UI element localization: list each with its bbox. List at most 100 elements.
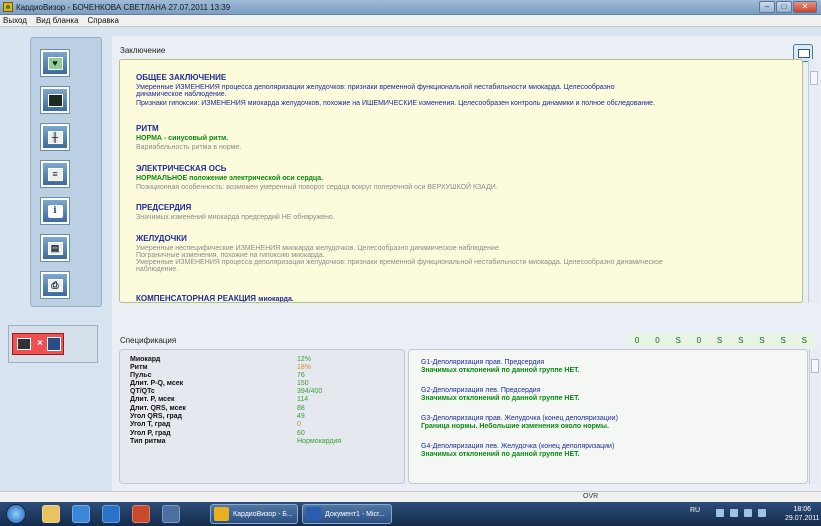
spec-row-p-duration: Длит. P, мсек 114 xyxy=(130,396,390,405)
title-bar: КардиоВизор - БОЧЕНКОВА СВЕТЛАНА 27.07.2… xyxy=(0,0,821,15)
ecg-device-icon xyxy=(17,338,31,350)
tray-arrow-icon[interactable] xyxy=(716,509,724,517)
param-value: 0 xyxy=(297,421,301,428)
task-label: КардиоВизор - Б... xyxy=(233,511,293,518)
electrical-axis-block: ЭЛЕКТРИЧЕСКАЯ ОСЬ НОРМАЛЬНОЕ положение э… xyxy=(136,164,498,191)
printer-icon: ⎙ xyxy=(47,278,63,292)
toolbar-button-print-stack[interactable]: ▤ xyxy=(40,234,70,262)
group-g3: G3-Деполяризация прав. Желудочка (конец … xyxy=(421,415,618,430)
ventricles-title: ЖЕЛУДОЧКИ xyxy=(136,234,187,243)
param-value: 18% xyxy=(297,364,312,371)
device-connection-button[interactable]: × xyxy=(12,333,64,355)
rhythm-detail: Вариабельность ритма в норме. xyxy=(136,144,242,151)
task-cardiovisor[interactable]: КардиоВизор - Б... xyxy=(210,504,298,524)
toolbar-button-info[interactable]: i xyxy=(40,197,70,225)
word-task-icon xyxy=(306,507,321,521)
group-title: G4-Деполяризация лев. Желудочка (конец д… xyxy=(421,443,615,450)
spec-row-t-angle: Угол T, град 0 xyxy=(130,421,390,430)
print-stack-icon: ▤ xyxy=(47,241,63,255)
volume-icon[interactable] xyxy=(758,509,766,517)
start-button[interactable] xyxy=(6,504,26,524)
rhythm-status: НОРМА - синусовый ритм. xyxy=(136,135,229,142)
ecg-graph-icon: ╫ xyxy=(47,130,63,144)
specification-codes: 0 0 S 0 S S S S S xyxy=(627,334,815,346)
param-label: Угол T, град xyxy=(130,421,171,428)
task-document[interactable]: Документ1 - Micr... xyxy=(302,504,392,524)
group-title: G3-Деполяризация прав. Желудочка (конец … xyxy=(421,415,618,422)
toolbar-button-printer[interactable]: ⎙ xyxy=(40,271,70,299)
browser-icon[interactable] xyxy=(72,505,90,523)
general-conclusion-text-2: динамическое наблюдение. xyxy=(136,91,227,98)
media-player-icon[interactable] xyxy=(102,505,120,523)
rhythm-title: РИТМ xyxy=(136,124,159,133)
computer-icon xyxy=(47,337,61,351)
device-connection-panel: × xyxy=(8,325,98,363)
ventricles-text-1: Умеренные неспецифические ИЗМЕНЕНИЯ миок… xyxy=(136,245,501,252)
atria-detail: Значимых изменений миокарда предсердий Н… xyxy=(136,214,335,221)
spec-code: S xyxy=(716,335,723,345)
general-conclusion-text-3: Признаки гипоксии: ИЗМЕНЕНИЯ миокарда же… xyxy=(136,100,655,107)
general-conclusion-text-1: Умеренные ИЗМЕНЕНИЯ процесса деполяризац… xyxy=(136,84,615,91)
specification-parameters: Миокард 12% Ритм 18% Пульс 76 Длит. P-Q, мс… xyxy=(119,349,405,484)
group-status: Граница нормы. Небольшие изменения около… xyxy=(421,423,609,430)
param-value: Нормокардия xyxy=(297,438,342,445)
param-value: 114 xyxy=(297,396,309,403)
param-label: Угол QRS, град xyxy=(130,413,182,420)
toolbar-button-screen[interactable] xyxy=(40,86,70,114)
ecg-sheet-icon: ≡ xyxy=(47,167,63,181)
param-label: Миокард xyxy=(130,356,161,363)
conclusion-box: ОБЩЕЕ ЗАКЛЮЧЕНИЕ Умеренные ИЗМЕНЕНИЯ про… xyxy=(119,59,803,303)
clock-time: 18:06 xyxy=(793,506,812,513)
status-bar: OVR xyxy=(0,491,821,502)
groups-scrollbar-thumb[interactable] xyxy=(811,359,819,373)
ventricles-text-2: Пограничные изменения, похожие на гипокс… xyxy=(136,252,325,259)
group-g1: G1-Деполяризация прав. Предсердия Значим… xyxy=(421,359,580,374)
spec-code: S xyxy=(759,335,765,345)
spec-code: 0 xyxy=(634,335,640,345)
electrical-axis-title: ЭЛЕКТРИЧЕСКАЯ ОСЬ xyxy=(136,164,227,173)
conclusion-scrollbar[interactable] xyxy=(808,59,819,303)
menu-bar: Выход Вид бланка Справка xyxy=(0,15,821,27)
explorer-icon[interactable] xyxy=(42,505,60,523)
specification-groups: G1-Деполяризация прав. Предсердия Значим… xyxy=(408,349,808,484)
left-toolbar: ♥ ╫ ≡ i ▤ ⎙ xyxy=(30,37,102,307)
group-title: G2-Деполяризация лев. Предсердия xyxy=(421,387,541,394)
toolbar-button-heart-monitor[interactable]: ♥ xyxy=(40,49,70,77)
general-conclusion-block: ОБЩЕЕ ЗАКЛЮЧЕНИЕ Умеренные ИЗМЕНЕНИЯ про… xyxy=(136,73,655,107)
compensatory-block: КОМПЕНСАТОРНАЯ РЕАКЦИЯ миокарда. xyxy=(136,294,294,302)
menu-form-view[interactable]: Вид бланка xyxy=(36,15,79,26)
flag-icon[interactable] xyxy=(730,509,738,517)
spec-row-rhythm-type: Тип ритма Нормокардия xyxy=(130,438,390,447)
menu-exit[interactable]: Выход xyxy=(3,15,27,26)
close-button[interactable]: ✕ xyxy=(793,1,817,13)
param-value: 60 xyxy=(297,430,305,437)
minimize-button[interactable]: – xyxy=(759,1,775,13)
param-label: Длит. QRS, мсек xyxy=(130,405,186,412)
disconnected-icon: × xyxy=(37,338,43,349)
mail-icon[interactable] xyxy=(162,505,180,523)
heart-monitor-icon: ♥ xyxy=(47,56,63,70)
main-panel: Заключение ОБЩЕЕ ЗАКЛЮЧЕНИЕ Умеренные ИЗ… xyxy=(112,36,821,491)
taskbar-clock[interactable]: 18:06 29.07.2011 xyxy=(785,505,820,523)
cardiovisor-app-icon[interactable] xyxy=(3,2,13,12)
language-indicator[interactable]: RU xyxy=(690,507,700,514)
param-label: Пульс xyxy=(130,372,152,379)
window-title: КардиоВизор - БОЧЕНКОВА СВЕТЛАНА 27.07.2… xyxy=(16,3,231,12)
menu-help[interactable]: Справка xyxy=(88,15,119,26)
conclusion-scrollbar-thumb[interactable] xyxy=(810,71,818,85)
spec-code: 0 xyxy=(655,335,660,345)
toolbar-button-ecg-graph[interactable]: ╫ xyxy=(40,123,70,151)
groups-scrollbar[interactable] xyxy=(809,349,820,484)
toolbar-button-ecg-sheet[interactable]: ≡ xyxy=(40,160,70,188)
param-value: 88 xyxy=(297,405,305,412)
task-label: Документ1 - Micr... xyxy=(325,511,385,518)
general-conclusion-title: ОБЩЕЕ ЗАКЛЮЧЕНИЕ xyxy=(136,73,227,82)
taskbar: КардиоВизор - Б... Документ1 - Micr... R… xyxy=(0,502,821,526)
cardiovisor-task-icon xyxy=(214,507,229,521)
pdf-reader-icon[interactable] xyxy=(132,505,150,523)
network-icon[interactable] xyxy=(744,509,752,517)
maximize-button[interactable]: □ xyxy=(776,1,792,13)
group-status: Значимых отклонений по данной группе НЕТ… xyxy=(421,395,580,402)
specification-header: Спецификация xyxy=(120,336,177,345)
spec-code: S xyxy=(675,335,681,345)
